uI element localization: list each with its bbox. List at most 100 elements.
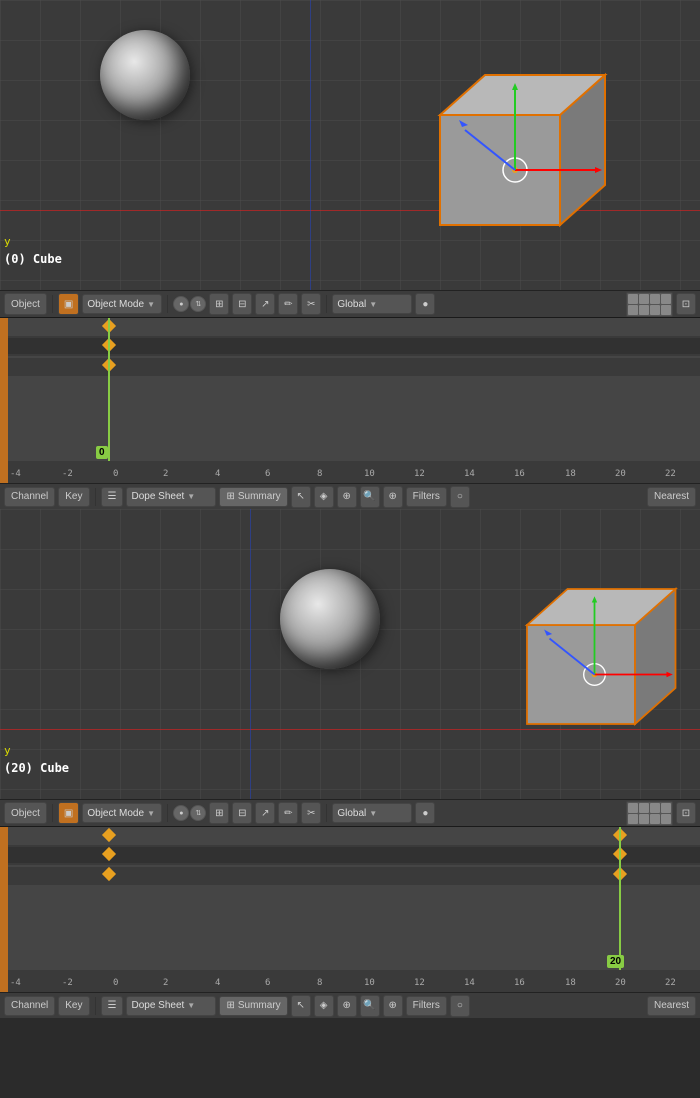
sculpt-icon-top[interactable]: ✂ — [301, 293, 321, 315]
marker-icon-bot[interactable]: ◈ — [314, 995, 334, 1017]
context-button-top[interactable]: Object — [4, 293, 47, 315]
zoom-icon-bot[interactable]: ⊕ — [337, 995, 357, 1017]
left-orange-strip-bot — [0, 827, 8, 992]
marker-icon-top[interactable]: ◈ — [314, 486, 334, 508]
frame-indicator-top — [108, 318, 110, 483]
search-icon-bot[interactable]: 🔍 — [360, 995, 380, 1017]
mode-dropdown-top[interactable]: Object Mode ▼ — [82, 294, 162, 314]
filters-btn-top[interactable]: Filters — [406, 487, 447, 507]
left-orange-strip-top — [0, 318, 8, 483]
y-axis-line-bot — [250, 509, 251, 799]
coord-label-top: y — [4, 235, 11, 248]
global-dropdown-bot[interactable]: Global ▼ — [332, 803, 412, 823]
sphere-object-bot[interactable] — [280, 569, 380, 669]
context-button-bot[interactable]: Object — [4, 802, 47, 824]
nearest-btn-top[interactable]: Nearest — [647, 487, 696, 507]
sphere-object-top[interactable] — [100, 30, 190, 120]
ruler-tick-5-bot: 6 — [265, 978, 270, 988]
cursor-icon-top[interactable]: ↖ — [291, 486, 311, 508]
magnet-icon-top[interactable]: ● — [415, 293, 435, 315]
ruler-tick-8-bot: 12 — [414, 978, 425, 988]
render-icon-bot[interactable]: ⊡ — [676, 802, 696, 824]
top-dope-sheet: 0 -4 -2 0 2 4 6 8 10 12 14 16 18 20 22 — [0, 318, 700, 483]
display-arrows-bot[interactable]: ⇅ — [190, 805, 206, 821]
dope-mode-dropdown-bot[interactable]: Dope Sheet ▼ — [126, 996, 216, 1016]
object-label-bot: (20) Cube — [4, 761, 69, 775]
ruler-tick-2-top: 0 — [113, 469, 118, 479]
filter-options-icon-bot[interactable]: ○ — [450, 995, 470, 1017]
filter-options-icon-top[interactable]: ○ — [450, 486, 470, 508]
ruler-tick-1-bot: -2 — [62, 978, 73, 988]
render-icon-top[interactable]: ⊡ — [676, 293, 696, 315]
top-main-toolbar: Object ▣ Object Mode ▼ ● ⇅ ⊞ ⊟ ↗ ✏ ✂ Glo… — [0, 290, 700, 318]
summary-btn-bot[interactable]: ⊞ Summary — [219, 996, 287, 1016]
paint-icon-top[interactable]: ✏ — [278, 293, 298, 315]
summary-icon-top: ⊞ — [226, 491, 234, 502]
separator2 — [167, 295, 168, 313]
ruler-tick-0-top: -4 — [10, 469, 21, 479]
key-btn-top[interactable]: Key — [58, 487, 89, 507]
channel-btn-bot[interactable]: Channel — [4, 996, 55, 1016]
filter-circle-top[interactable]: ⊕ — [383, 486, 403, 508]
magnet-icon-bot[interactable]: ● — [415, 802, 435, 824]
bottom-dope-sheet: 20 -4 -2 0 2 4 6 8 10 12 14 16 18 20 22 — [0, 827, 700, 992]
ruler-tick-4-bot: 4 — [215, 978, 220, 988]
display-circle-bot[interactable]: ● — [173, 805, 189, 821]
cube-object-bot[interactable] — [500, 569, 680, 744]
snap-icon-top[interactable]: ↗ — [255, 293, 275, 315]
dope-channel-area-top[interactable]: 0 -4 -2 0 2 4 6 8 10 12 14 16 18 20 22 — [8, 318, 700, 483]
bottom-dope-toolbar: Channel Key ☰ Dope Sheet ▼ ⊞ Summary ↖ ◈… — [0, 992, 700, 1018]
top-viewport: y (0) Cube — [0, 0, 700, 290]
snap-icon-bot[interactable]: ↗ — [255, 802, 275, 824]
dope-mode-dropdown-top[interactable]: Dope Sheet ▼ — [126, 487, 216, 507]
separator3-bot — [326, 804, 327, 822]
summary-icon-bot: ⊞ — [226, 1000, 234, 1011]
filter-circle-bot[interactable]: ⊕ — [383, 995, 403, 1017]
bottom-viewport: y (20) Cube — [0, 509, 700, 799]
ruler-tick-1-top: -2 — [62, 469, 73, 479]
mode-dropdown-bot[interactable]: Object Mode ▼ — [82, 803, 162, 823]
mode-icon-top[interactable]: ▣ — [58, 293, 79, 315]
view-icon-top[interactable]: ⊞ — [209, 293, 229, 315]
ruler-tick-10-bot: 16 — [514, 978, 525, 988]
display-arrows-top[interactable]: ⇅ — [190, 296, 206, 312]
separator3 — [326, 295, 327, 313]
nearest-btn-bot[interactable]: Nearest — [647, 996, 696, 1016]
global-dropdown-top[interactable]: Global ▼ — [332, 294, 412, 314]
coord-label-bot: y — [4, 744, 11, 757]
paint-icon-bot[interactable]: ✏ — [278, 802, 298, 824]
ruler-tick-5-top: 6 — [265, 469, 270, 479]
ruler-tick-7-bot: 10 — [364, 978, 375, 988]
separator2-bot — [167, 804, 168, 822]
ruler-tick-11-bot: 18 — [565, 978, 576, 988]
ruler-tick-9-top: 14 — [464, 469, 475, 479]
search-icon-top[interactable]: 🔍 — [360, 486, 380, 508]
summary-btn-top[interactable]: ⊞ Summary — [219, 487, 287, 507]
ruler-tick-2-bot: 0 — [113, 978, 118, 988]
grid-squares-bot[interactable] — [626, 801, 673, 826]
grid-squares-top[interactable] — [626, 292, 673, 317]
cursor-icon-bot[interactable]: ↖ — [291, 995, 311, 1017]
cube-object-top[interactable] — [410, 55, 610, 245]
y-axis-line — [310, 0, 311, 290]
ruler-tick-13-top: 22 — [665, 469, 676, 479]
dope-channel-area-bot[interactable]: 20 -4 -2 0 2 4 6 8 10 12 14 16 18 20 22 — [8, 827, 700, 992]
view-icon-bot[interactable]: ⊞ — [209, 802, 229, 824]
dope-mode-icon-bot[interactable]: ☰ — [101, 996, 124, 1016]
ruler-tick-6-bot: 8 — [317, 978, 322, 988]
display-circle-top[interactable]: ● — [173, 296, 189, 312]
dope-mode-icon-top[interactable]: ☰ — [101, 487, 124, 507]
top-dope-toolbar: Channel Key ☰ Dope Sheet ▼ ⊞ Summary ↖ ◈… — [0, 483, 700, 509]
timeline-ruler-bot: -4 -2 0 2 4 6 8 10 12 14 16 18 20 22 — [8, 970, 700, 992]
display-icons-bot: ● ⇅ — [173, 805, 206, 821]
zoom-icon-top[interactable]: ⊕ — [337, 486, 357, 508]
filters-btn-bot[interactable]: Filters — [406, 996, 447, 1016]
grid-icon-bot[interactable]: ⊟ — [232, 802, 252, 824]
frame-number-top: 0 — [96, 446, 108, 459]
ruler-tick-6-top: 8 — [317, 469, 322, 479]
sculpt-icon-bot[interactable]: ✂ — [301, 802, 321, 824]
mode-icon-bot[interactable]: ▣ — [58, 802, 79, 824]
key-btn-bot[interactable]: Key — [58, 996, 89, 1016]
grid-icon-top[interactable]: ⊟ — [232, 293, 252, 315]
channel-btn-top[interactable]: Channel — [4, 487, 55, 507]
